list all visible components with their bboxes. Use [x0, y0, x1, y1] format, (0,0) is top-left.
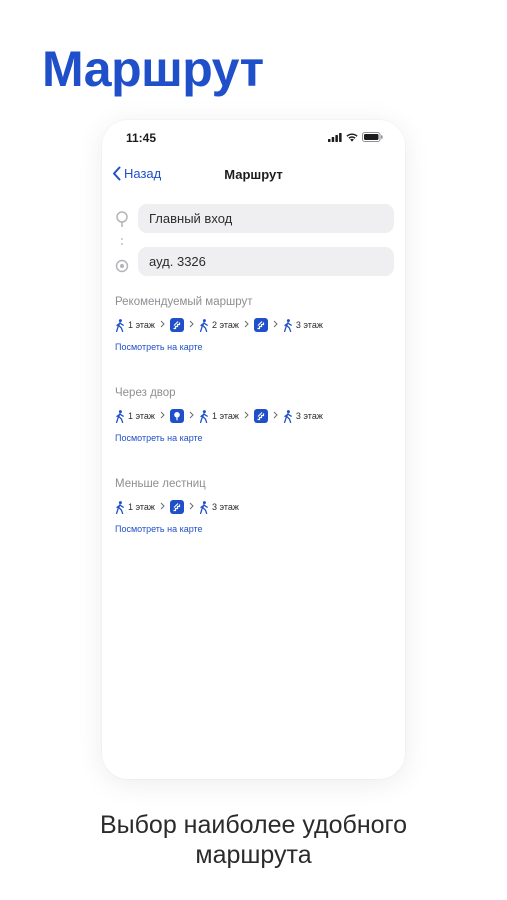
walking-person-icon — [283, 318, 296, 332]
view-on-map-link[interactable]: Посмотреть на карте — [115, 433, 395, 443]
walking-person-icon — [199, 318, 212, 332]
route-step-walk: 1 этаж — [115, 500, 155, 514]
view-on-map-link[interactable]: Посмотреть на карте — [115, 342, 395, 352]
chevron-right-icon — [273, 411, 278, 421]
tree-icon — [169, 409, 184, 423]
floor-label: 3 этаж — [295, 320, 323, 330]
chevron-right-icon — [160, 502, 165, 512]
back-label: Назад — [124, 166, 162, 181]
destination-field[interactable]: ауд. 3326 — [138, 247, 394, 276]
signal-icon — [328, 132, 342, 142]
route-steps: 1 этаж 1 этаж 3 этаж — [115, 409, 395, 423]
route-step-walk: 1 этаж — [199, 409, 239, 423]
walking-person-icon — [199, 409, 212, 423]
status-time: 11:45 — [126, 131, 157, 145]
status-icons — [328, 132, 383, 142]
route-step-walk: 2 этаж — [199, 318, 239, 332]
route-option[interactable]: Через двор 1 этаж 1 этаж 3 этаж Посмотреть н… — [115, 387, 395, 443]
floor-label: 1 этаж — [211, 411, 239, 421]
stairs-icon — [253, 318, 268, 332]
chevron-right-icon — [273, 320, 278, 330]
route-step-walk: 3 этаж — [283, 318, 323, 332]
route-step-walk: 3 этаж — [283, 409, 323, 423]
walking-person-icon — [115, 409, 128, 423]
route-name: Рекомендуемый маршрут — [115, 296, 253, 308]
route-steps: 1 этаж 2 этаж 3 этаж — [115, 318, 395, 332]
chevron-right-icon — [160, 320, 165, 330]
footer-caption-line1: Выбор наиболее удобного — [99, 811, 408, 839]
route-steps: 1 этаж 3 этаж — [115, 500, 395, 514]
battery-icon — [362, 132, 383, 142]
walking-person-icon — [115, 318, 128, 332]
footer-caption-line2: маршрута — [195, 841, 312, 869]
chevron-right-icon — [244, 411, 249, 421]
route-option[interactable]: Меньше лестниц 1 этаж 3 этаж Посмотреть на … — [115, 478, 395, 534]
footer-caption: Выбор наиболее удобного маршрута — [0, 810, 507, 870]
floor-label: 3 этаж — [211, 502, 239, 512]
back-button[interactable]: Назад — [112, 166, 161, 181]
walking-person-icon — [115, 500, 128, 514]
phone-frame: 11:45 Назад Маршрут Главный вход ауд. 33… — [102, 120, 405, 779]
floor-label: 1 этаж — [128, 320, 155, 330]
walking-person-icon — [283, 409, 296, 423]
floor-label: 1 этаж — [128, 502, 155, 512]
floor-label: 1 этаж — [128, 411, 155, 421]
route-line-icon — [115, 211, 129, 273]
view-on-map-link[interactable]: Посмотреть на карте — [115, 524, 395, 534]
route-step-walk: 1 этаж — [115, 409, 155, 423]
origin-field[interactable]: Главный вход — [138, 204, 394, 233]
stairs-icon — [169, 318, 184, 332]
hero-title: Маршрут — [42, 41, 264, 97]
stairs-icon — [169, 500, 184, 514]
route-name: Меньше лестниц — [115, 478, 206, 490]
route-option[interactable]: Рекомендуемый маршрут 1 этаж 2 этаж 3 этаж П… — [115, 296, 395, 352]
floor-label: 2 этаж — [211, 320, 239, 330]
floor-label: 3 этаж — [295, 411, 323, 421]
status-bar: 11:45 — [102, 120, 405, 154]
chevron-right-icon — [189, 411, 194, 421]
chevron-right-icon — [189, 320, 194, 330]
chevron-right-icon — [244, 320, 249, 330]
chevron-right-icon — [160, 411, 165, 421]
route-step-walk: 1 этаж — [115, 318, 155, 332]
wifi-icon — [346, 133, 358, 142]
chevron-right-icon — [189, 502, 194, 512]
walking-person-icon — [199, 500, 212, 514]
stairs-icon — [253, 409, 268, 423]
route-step-walk: 3 этаж — [199, 500, 239, 514]
nav-bar: Назад Маршрут — [102, 164, 405, 186]
route-name: Через двор — [115, 387, 176, 399]
chevron-left-icon — [113, 166, 121, 181]
